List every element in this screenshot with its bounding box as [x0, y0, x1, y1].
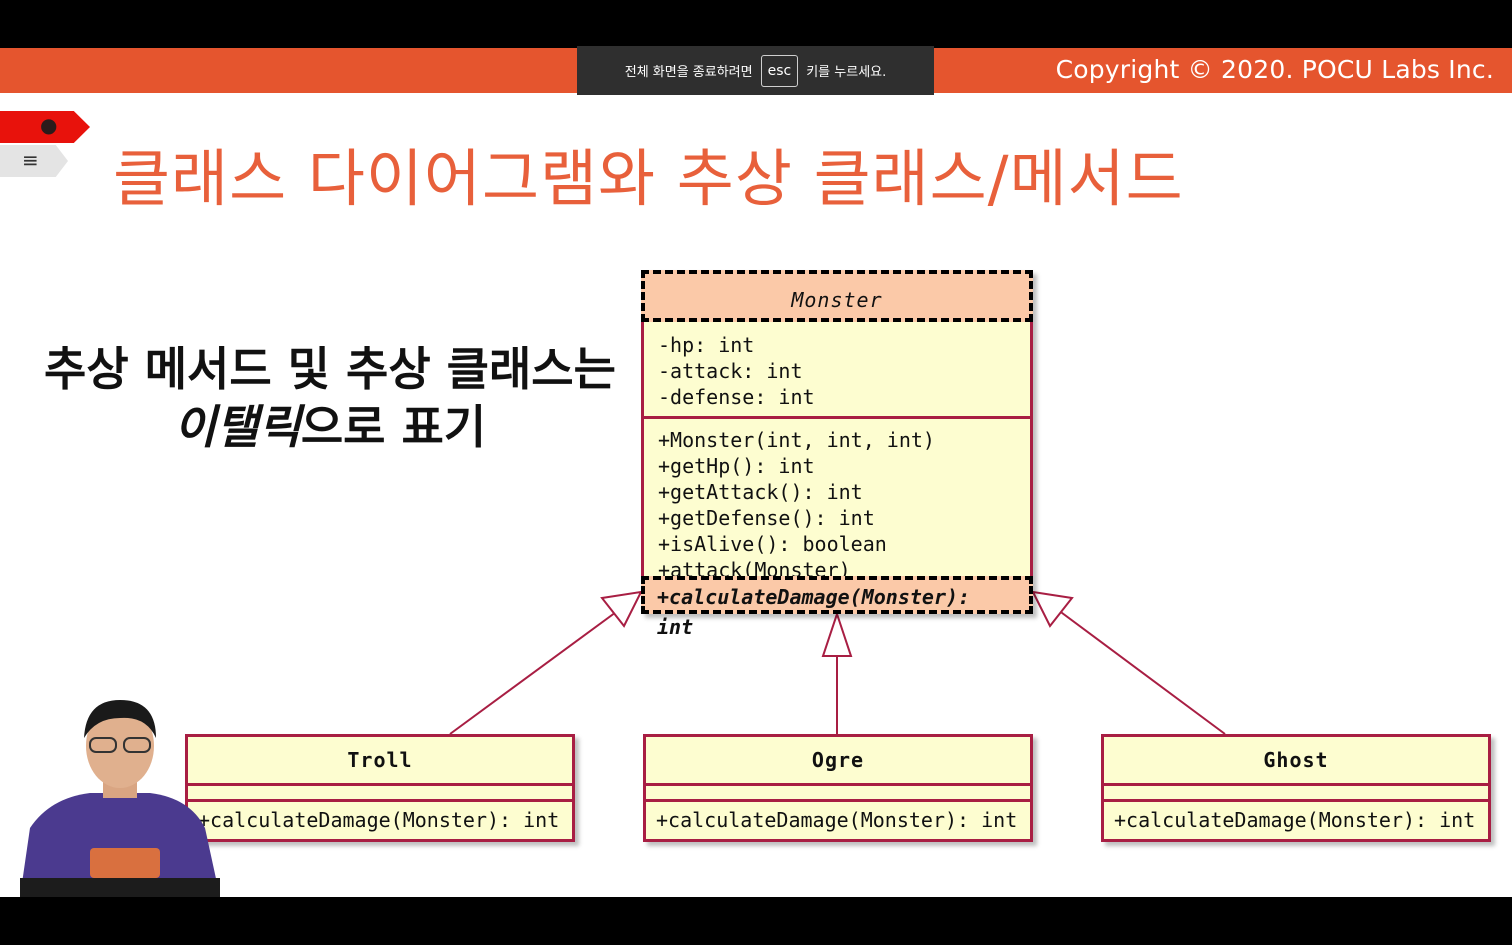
monster-class-box: Monster -hp: int -attack: int -defense: … — [641, 270, 1033, 639]
field-defense: -defense: int — [658, 385, 815, 409]
method-getattack: +getAttack(): int — [658, 480, 863, 504]
ogre-method: +calculateDamage(Monster): int — [646, 799, 1030, 838]
troll-arrow-line — [449, 603, 628, 735]
troll-class-box: Troll +calculateDamage(Monster): int — [185, 734, 575, 842]
presenter-video — [20, 700, 220, 897]
fullscreen-exit-toast: 전체 화면을 종료하려면 esc 키를 누르세요. — [577, 46, 934, 95]
ogre-class-name: Ogre — [811, 748, 865, 772]
esc-key-hint: esc — [760, 54, 799, 87]
troll-arrowhead — [600, 590, 643, 628]
desk — [20, 878, 220, 897]
presentation-slide: Copyright © 2020. POCU Labs Inc. ● ≡ 클래스… — [0, 48, 1512, 897]
ghost-class-box: Ghost +calculateDamage(Monster): int — [1101, 734, 1491, 842]
ghost-arrowhead — [1031, 590, 1074, 628]
method-getdefense: +getDefense(): int — [658, 506, 875, 530]
toast-prefix: 전체 화면을 종료하려면 — [624, 65, 753, 80]
ghost-fields-empty — [1104, 783, 1488, 799]
shirt-logo — [90, 848, 160, 878]
ogre-arrowhead — [821, 610, 853, 657]
troll-fields-empty — [188, 783, 572, 799]
method-constructor: +Monster(int, int, int) — [658, 428, 935, 452]
abstract-method: +calculateDamage(Monster): int — [641, 576, 1033, 639]
monster-methods: +Monster(int, int, int) +getHp(): int +g… — [644, 416, 1030, 576]
troll-method: +calculateDamage(Monster): int — [188, 799, 572, 838]
method-gethp: +getHp(): int — [658, 454, 815, 478]
troll-class-name: Troll — [347, 748, 413, 772]
letterbox-top — [0, 0, 1512, 48]
method-isalive: +isAlive(): boolean — [658, 532, 887, 556]
method-attack: +attack(Monster) — [658, 558, 851, 576]
monster-class-name: Monster — [641, 270, 1033, 322]
ogre-fields-empty — [646, 783, 1030, 799]
toast-suffix: 키를 누르세요. — [806, 65, 887, 80]
letterbox-bottom — [0, 897, 1512, 945]
field-hp: -hp: int — [658, 333, 755, 357]
monster-fields: -hp: int -attack: int -defense: int — [644, 322, 1030, 416]
field-attack: -attack: int — [658, 359, 803, 383]
ogre-class-box: Ogre +calculateDamage(Monster): int — [643, 734, 1033, 842]
ghost-class-name: Ghost — [1263, 748, 1329, 772]
ghost-method: +calculateDamage(Monster): int — [1104, 799, 1488, 838]
ghost-arrow-line — [1049, 603, 1226, 735]
